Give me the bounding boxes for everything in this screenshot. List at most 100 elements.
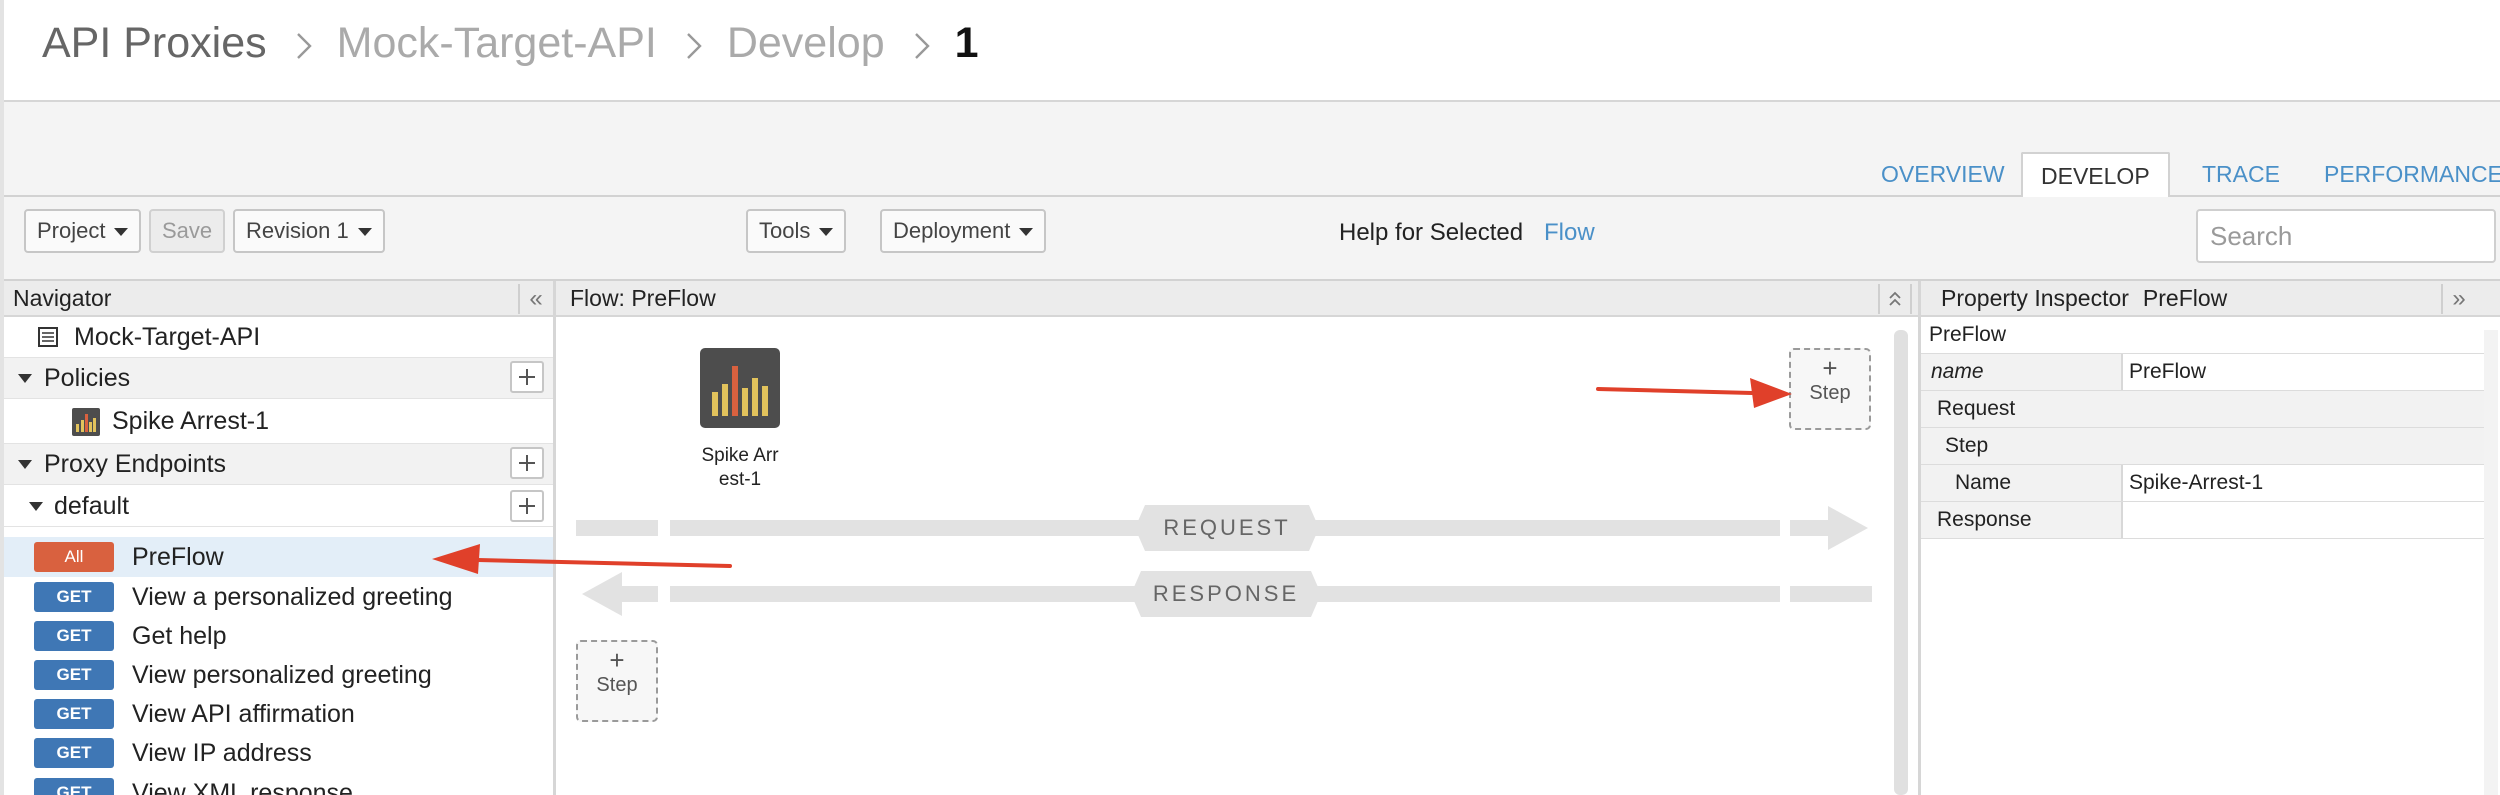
breadcrumb-develop[interactable]: Develop <box>727 19 885 68</box>
pi-step-row: Step <box>1921 428 2485 465</box>
pi-header-row: PreFlow <box>1921 317 2485 354</box>
pi-name-value[interactable]: PreFlow <box>2121 354 2485 390</box>
collapse-flow-icon[interactable] <box>1878 284 1912 314</box>
response-lane-segment <box>618 586 658 602</box>
verb-badge-get: GET <box>34 621 114 651</box>
help-for-selected-label: Help for Selected <box>1339 219 1524 246</box>
help-flow-link[interactable]: Flow <box>1544 219 1595 247</box>
add-request-step-button[interactable]: + Step <box>1789 348 1871 430</box>
inspector-header: Property Inspector PreFlow » <box>1921 281 2500 317</box>
navigator-title: Navigator <box>13 284 112 311</box>
add-response-step-button[interactable]: + Step <box>576 640 658 722</box>
flow-label: Get help <box>132 621 227 650</box>
save-button[interactable]: Save <box>149 209 226 253</box>
plus-icon: + <box>1822 353 1838 383</box>
flow-label: View IP address <box>132 738 312 767</box>
flow-label: View XML response <box>132 778 353 795</box>
pi-header: PreFlow <box>1929 323 2007 346</box>
tab-overview[interactable]: OVERVIEW <box>1863 152 2023 196</box>
flow-label: PreFlow <box>132 542 224 571</box>
add-proxy-endpoint-button[interactable] <box>510 447 544 479</box>
document-list-icon <box>38 327 58 347</box>
expand-inspector-icon[interactable]: » <box>2441 284 2475 314</box>
collapse-navigator-icon[interactable]: « <box>518 284 552 314</box>
add-policy-button[interactable] <box>510 361 544 393</box>
flow-item[interactable]: GET View IP address <box>4 733 553 773</box>
tab-trace[interactable]: TRACE <box>2184 152 2298 196</box>
tab-develop[interactable]: DEVELOP <box>2021 152 2170 199</box>
verb-badge-get: GET <box>34 582 114 612</box>
breadcrumb-api-proxies[interactable]: API Proxies <box>42 19 267 68</box>
revision-dropdown[interactable]: Revision 1 <box>233 209 385 253</box>
nav-proxy-endpoints-label: Proxy Endpoints <box>44 449 227 478</box>
arrow-left-icon <box>582 572 622 616</box>
bar-chart-icon <box>72 408 100 436</box>
flow-label: View a personalized greeting <box>132 582 453 611</box>
bar-chart-icon <box>712 366 768 416</box>
step-label: Step <box>596 674 638 696</box>
request-lane-segment <box>1790 520 1830 536</box>
pi-step-name-row[interactable]: Name Spike-Arrest-1 <box>1921 465 2485 502</box>
triangle-down-icon <box>29 502 43 511</box>
deployment-label: Deployment <box>893 218 1011 243</box>
breadcrumb-revision: 1 <box>954 18 979 67</box>
response-lane-label: RESPONSE <box>1152 581 1300 606</box>
flow-item[interactable]: GET Get help <box>4 616 553 656</box>
flow-item[interactable]: GET View API affirmation <box>4 694 553 734</box>
project-dropdown[interactable]: Project <box>24 209 142 253</box>
deployment-dropdown[interactable]: Deployment <box>880 209 1047 253</box>
nav-proxy-label: Mock-Target-API <box>74 322 261 351</box>
pi-name-row[interactable]: name PreFlow <box>1921 354 2485 391</box>
pi-name-key: name <box>1931 360 1984 383</box>
flow-label: View personalized greeting <box>132 660 432 689</box>
tab-performance[interactable]: PERFORMANCE <box>2306 152 2500 196</box>
chevron-right-icon <box>686 33 702 59</box>
flow-item[interactable]: GET View a personalized greeting <box>4 577 553 617</box>
caret-down-icon <box>114 228 129 236</box>
policy-label-line2: est-1 <box>718 469 762 490</box>
caret-down-icon <box>357 228 372 236</box>
pi-step-name-key: Name <box>1955 471 2012 494</box>
verb-badge-get: GET <box>34 699 114 729</box>
nav-endpoint-label: default <box>54 492 130 520</box>
property-inspector-panel: PreFlow name PreFlow Request Step Name S… <box>1921 317 2500 795</box>
pi-step-name-value[interactable]: Spike-Arrest-1 <box>2121 465 2485 501</box>
inspector-scrollbar[interactable] <box>2484 330 2498 795</box>
nav-proxy-item[interactable]: Mock-Target-API <box>4 317 553 357</box>
breadcrumb-proxy-name[interactable]: Mock-Target-API <box>337 19 657 68</box>
navigator-header: Navigator « <box>4 281 556 317</box>
nav-proxy-endpoints-section[interactable]: Proxy Endpoints <box>4 443 553 485</box>
verb-badge-get: GET <box>34 778 114 795</box>
nav-policies-label: Policies <box>44 363 131 392</box>
request-lane-segment <box>576 520 658 536</box>
caret-down-icon <box>1019 228 1034 236</box>
pi-response-label: Response <box>1937 508 2032 531</box>
breadcrumb: API Proxies Mock-Target-API Develop 1 <box>42 14 979 72</box>
spike-arrest-policy-tile[interactable] <box>700 348 780 428</box>
add-flow-button[interactable] <box>510 490 544 522</box>
policy-label-line1: Spike Arr <box>701 445 779 466</box>
step-label: Step <box>1809 382 1851 404</box>
pi-response-row[interactable]: Response <box>1921 502 2485 539</box>
canvas-scrollbar[interactable] <box>1894 330 1908 795</box>
flow-item[interactable]: GET View XML response <box>4 773 553 795</box>
caret-down-icon <box>819 228 834 236</box>
tools-label: Tools <box>759 218 811 243</box>
nav-endpoint-default[interactable]: default <box>4 487 553 527</box>
request-lane-label: REQUEST <box>1163 515 1291 540</box>
verb-badge-get: GET <box>34 738 114 768</box>
inspector-subject: PreFlow <box>2142 284 2228 311</box>
flow-header: Flow: PreFlow <box>556 281 1921 317</box>
triangle-down-icon <box>18 374 32 383</box>
flow-item[interactable]: GET View personalized greeting <box>4 655 553 695</box>
pi-step-label: Step <box>1945 434 1989 457</box>
tools-dropdown[interactable]: Tools <box>746 209 847 253</box>
pi-response-value[interactable] <box>2121 502 2485 538</box>
nav-policy-item[interactable]: Spike Arrest-1 <box>4 401 553 441</box>
pi-request-row: Request <box>1921 391 2485 428</box>
verb-badge-all: All <box>34 542 114 572</box>
flow-item[interactable]: All PreFlow <box>4 537 553 577</box>
chevron-right-icon <box>296 33 312 59</box>
search-input[interactable] <box>2196 209 2496 263</box>
nav-policies-section[interactable]: Policies <box>4 357 553 399</box>
